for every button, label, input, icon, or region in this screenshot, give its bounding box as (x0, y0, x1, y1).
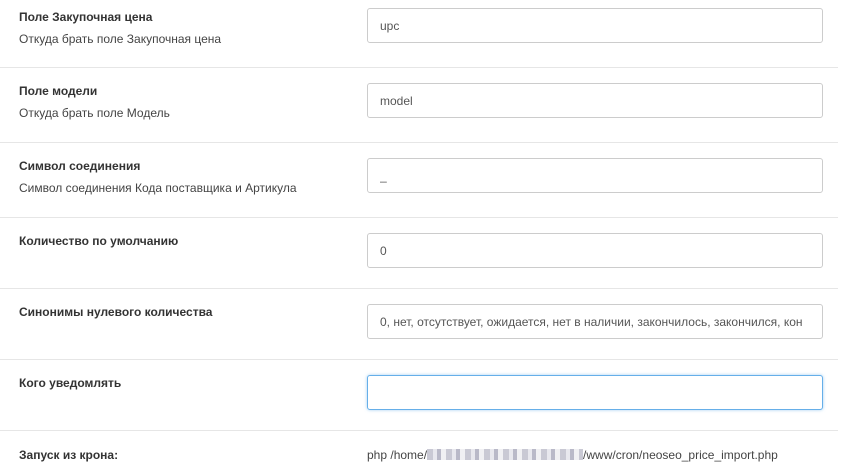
purchase-price-help: Откуда брать поле Закупочная цена (19, 32, 222, 46)
row-notify: Кого уведомлять (0, 360, 838, 431)
purchase-price-label-group: Поле Закупочная цена Откуда брать поле З… (19, 10, 221, 46)
purchase-price-label: Поле Закупочная цена (19, 10, 153, 24)
row-cron: Запуск из крона: php /home/ /www/cron/neo… (0, 431, 838, 476)
zero-synonyms-label: Синонимы нулевого количества (19, 305, 213, 319)
purchase-price-input[interactable] (367, 8, 823, 43)
model-help: Откуда брать поле Модель (19, 106, 170, 120)
join-symbol-label: Символ соединения (19, 159, 141, 173)
cron-path-suffix: /www/cron/neoseo_price_import.php (583, 448, 778, 462)
row-model: Поле модели Откуда брать поле Модель (0, 68, 838, 143)
model-input[interactable] (367, 83, 823, 118)
row-purchase-price: Поле Закупочная цена Откуда брать поле З… (0, 0, 838, 68)
settings-form: Поле Закупочная цена Откуда брать поле З… (0, 0, 838, 476)
default-quantity-label-group: Количество по умолчанию (19, 234, 178, 248)
notify-input[interactable] (367, 375, 823, 410)
zero-synonyms-input[interactable] (367, 304, 823, 339)
notify-label-group: Кого уведомлять (19, 376, 121, 390)
zero-synonyms-label-group: Синонимы нулевого количества (19, 305, 212, 319)
model-label-group: Поле модели Откуда брать поле Модель (19, 84, 170, 120)
row-default-quantity: Количество по умолчанию (0, 218, 838, 289)
notify-label: Кого уведомлять (19, 376, 122, 390)
cron-label: Запуск из крона: (19, 448, 119, 462)
cron-command: php /home/ /www/cron/neoseo_price_import.… (367, 448, 778, 462)
row-zero-synonyms: Синонимы нулевого количества (0, 289, 838, 360)
join-symbol-label-group: Символ соединения Символ соединения Кода… (19, 159, 297, 195)
join-symbol-help: Символ соединения Кода поставщика и Арти… (19, 181, 297, 195)
redacted-path-segment (427, 449, 584, 460)
model-label: Поле модели (19, 84, 98, 98)
default-quantity-input[interactable] (367, 233, 823, 268)
cron-path-prefix: php /home/ (367, 448, 428, 462)
join-symbol-input[interactable] (367, 158, 823, 193)
default-quantity-label: Количество по умолчанию (19, 234, 179, 248)
cron-label-group: Запуск из крона: (19, 448, 118, 462)
row-join-symbol: Символ соединения Символ соединения Кода… (0, 143, 838, 218)
